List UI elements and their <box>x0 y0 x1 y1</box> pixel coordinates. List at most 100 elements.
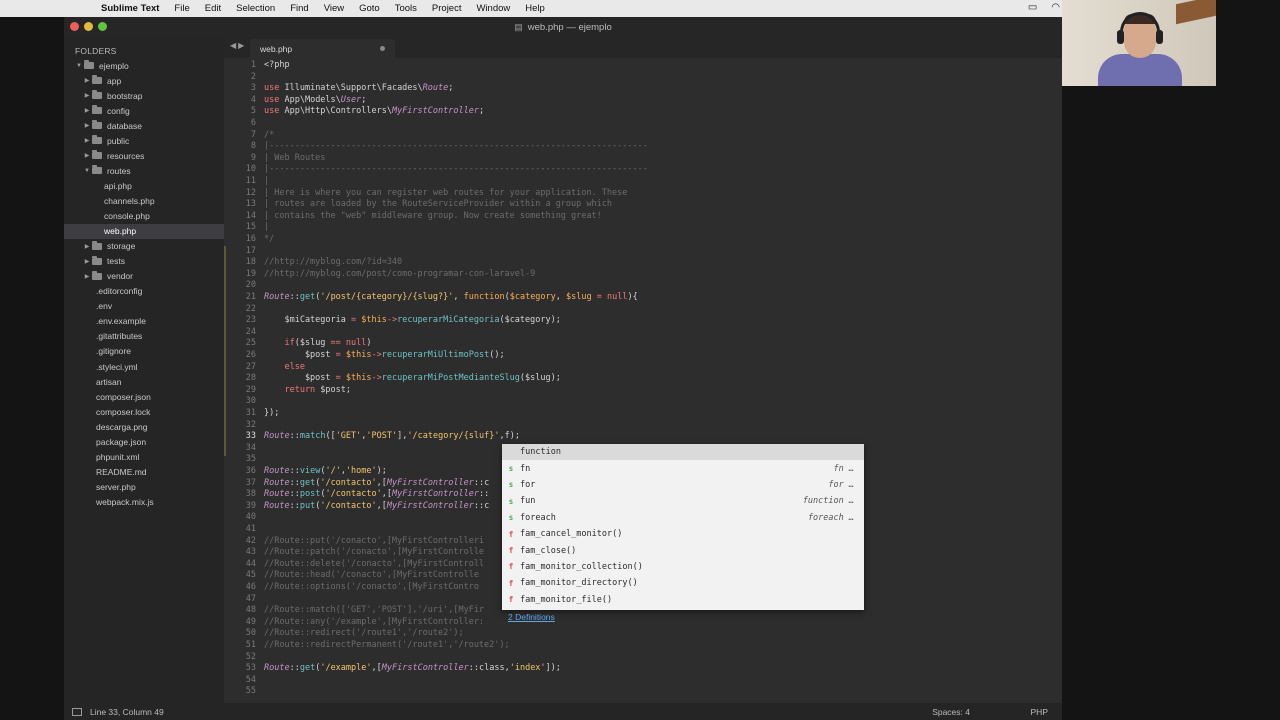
zoom-window-button[interactable] <box>98 22 107 31</box>
autocomplete-popup[interactable]: function s fn fn … s for for … s fun function … s f… <box>502 444 864 610</box>
sidebar-file-gitattributes[interactable]: .gitattributes <box>64 329 224 344</box>
code-line[interactable]: //Route::match(['GET','POST'],'/uri',[My… <box>264 605 484 617</box>
menu-project[interactable]: Project <box>432 3 462 14</box>
code-line[interactable]: //Route::redirectPermanent('/route1','/r… <box>264 640 510 652</box>
code-line[interactable]: | Web Routes <box>264 153 325 165</box>
code-line[interactable]: | routes are loaded by the RouteServiceP… <box>264 199 612 211</box>
code-line[interactable]: use Illuminate\Support\Facades\Route; <box>264 83 453 95</box>
completion-item[interactable]: f fam_monitor_file() <box>502 592 864 608</box>
menu-file[interactable]: File <box>174 3 189 14</box>
code-line[interactable]: //Route::options('/conacto',[MyFirstCont… <box>264 582 479 594</box>
code-line[interactable]: Route::get('/contacto',[MyFirstControlle… <box>264 478 489 490</box>
sidebar-file-descarga-png[interactable]: descarga.png <box>64 419 224 434</box>
sidebar-file-composer-lock[interactable]: composer.lock <box>64 404 224 419</box>
disclosure-closed-icon[interactable]: ▶ <box>82 107 92 114</box>
sidebar-folder-vendor[interactable]: ▶ vendor <box>64 269 224 284</box>
disclosure-closed-icon[interactable]: ▶ <box>82 152 92 159</box>
menu-find[interactable]: Find <box>290 3 308 14</box>
code-line[interactable]: | Here is where you can register web rou… <box>264 188 627 200</box>
sidebar-file-gitignore[interactable]: .gitignore <box>64 344 224 359</box>
code-line[interactable]: Route::get('/post/{category}/{slug?}', f… <box>264 292 638 304</box>
code-line[interactable]: | <box>264 222 269 234</box>
menu-app-name[interactable]: Sublime Text <box>101 3 159 14</box>
code-line[interactable]: //http://myblog.com/post/como-programar-… <box>264 269 535 281</box>
disclosure-closed-icon[interactable]: ▶ <box>82 137 92 144</box>
sidebar-file-readme-md[interactable]: README.md <box>64 464 224 479</box>
code-line[interactable]: | contains the "web" middleware group. N… <box>264 211 602 223</box>
code-line[interactable]: Route::get('/example',[MyFirstController… <box>264 663 561 675</box>
sidebar-file-styleci-yml[interactable]: .styleci.yml <box>64 359 224 374</box>
disclosure-closed-icon[interactable]: ▶ <box>82 92 92 99</box>
completion-item[interactable]: f fam_close() <box>502 542 864 558</box>
code-line[interactable]: |---------------------------------------… <box>264 141 648 153</box>
code-line[interactable]: //http://myblog.com/?id=340 <box>264 257 402 269</box>
indentation-setting[interactable]: Spaces: 4 <box>932 707 970 717</box>
sidebar-file-web-php[interactable]: web.php <box>64 223 224 239</box>
code-line[interactable]: //Route::put('/conacto',[MyFirstControll… <box>264 536 484 548</box>
menu-selection[interactable]: Selection <box>236 3 275 14</box>
definitions-link[interactable]: 2 Definitions <box>508 612 555 622</box>
sidebar-folder-ejemplo[interactable]: ▼ ejemplo <box>64 58 224 73</box>
code-line[interactable]: /* <box>264 130 274 142</box>
code-line[interactable]: return $post; <box>264 385 351 397</box>
code-line[interactable]: use App\Http\Controllers\MyFirstControll… <box>264 106 484 118</box>
sidebar-folder-database[interactable]: ▶ database <box>64 118 224 133</box>
code-line[interactable]: else <box>264 362 304 374</box>
code-line[interactable]: Route::put('/contacto',[MyFirstControlle… <box>264 501 489 513</box>
sidebar-file-server-php[interactable]: server.php <box>64 479 224 494</box>
sidebar-folder-routes[interactable]: ▼ routes <box>64 163 224 178</box>
code-line[interactable]: |---------------------------------------… <box>264 164 648 176</box>
sidebar-file-composer-json[interactable]: composer.json <box>64 389 224 404</box>
sidebar-file-phpunit-xml[interactable]: phpunit.xml <box>64 449 224 464</box>
tab-web-php[interactable]: web.php <box>250 39 395 58</box>
sidebar-folder-public[interactable]: ▶ public <box>64 133 224 148</box>
code-line[interactable]: $post = $this->recuperarMiUltimoPost(); <box>264 350 505 362</box>
sidebar-file-api-php[interactable]: api.php <box>64 178 224 193</box>
disclosure-closed-icon[interactable]: ▶ <box>82 273 92 280</box>
sidebar-file-editorconfig[interactable]: .editorconfig <box>64 284 224 299</box>
sidebar-file-package-json[interactable]: package.json <box>64 434 224 449</box>
code-line[interactable]: //Route::patch('/conacto',[MyFirstContro… <box>264 547 484 559</box>
panel-toggle-icon[interactable] <box>72 707 82 716</box>
menu-help[interactable]: Help <box>525 3 545 14</box>
sidebar-folder-app[interactable]: ▶ app <box>64 73 224 88</box>
code-line[interactable]: if($slug == null) <box>264 338 371 350</box>
completion-item[interactable]: function <box>502 444 864 461</box>
code-line[interactable]: //Route::delete('/conacto',[MyFirstContr… <box>264 559 484 571</box>
sidebar-file-artisan[interactable]: artisan <box>64 374 224 389</box>
tab-nav-arrows-icon[interactable]: ◀▶ <box>230 41 246 50</box>
disclosure-open-icon[interactable]: ▼ <box>74 63 84 69</box>
menu-window[interactable]: Window <box>476 3 510 14</box>
completion-item[interactable]: s fn fn … <box>502 460 864 476</box>
code-line[interactable]: //Route::redirect('/route1','/route2'); <box>264 628 464 640</box>
code-line[interactable]: Route::view('/','home'); <box>264 466 387 478</box>
menu-goto[interactable]: Goto <box>359 3 380 14</box>
code-line[interactable]: <?php <box>264 60 290 72</box>
sidebar-file-env-example[interactable]: .env.example <box>64 314 224 329</box>
sidebar-folder-tests[interactable]: ▶ tests <box>64 254 224 269</box>
sidebar-file-env[interactable]: .env <box>64 299 224 314</box>
code-line[interactable]: Route::post('/contacto',[MyFirstControll… <box>264 489 489 501</box>
sidebar-folder-storage[interactable]: ▶ storage <box>64 239 224 254</box>
menu-view[interactable]: View <box>324 3 344 14</box>
disclosure-closed-icon[interactable]: ▶ <box>82 243 92 250</box>
sidebar-folder-bootstrap[interactable]: ▶ bootstrap <box>64 88 224 103</box>
code-line[interactable]: $post = $this->recuperarMiPostMedianteSl… <box>264 373 561 385</box>
completion-item[interactable]: s fun function … <box>502 493 864 509</box>
code-line[interactable]: }); <box>264 408 279 420</box>
code-line[interactable]: | <box>264 176 269 188</box>
wifi-icon[interactable]: ◠ <box>1051 2 1060 13</box>
disclosure-open-icon[interactable]: ▼ <box>82 168 92 174</box>
disclosure-closed-icon[interactable]: ▶ <box>82 122 92 129</box>
sidebar-folder-resources[interactable]: ▶ resources <box>64 148 224 163</box>
syntax-selector[interactable]: PHP <box>1031 707 1048 717</box>
menu-edit[interactable]: Edit <box>205 3 221 14</box>
unsaved-dot-icon[interactable] <box>380 46 385 51</box>
completion-item[interactable]: f fam_cancel_monitor() <box>502 526 864 542</box>
menu-tools[interactable]: Tools <box>395 3 417 14</box>
code-line[interactable]: */ <box>264 234 274 246</box>
sidebar-folder-config[interactable]: ▶ config <box>64 103 224 118</box>
code-line[interactable]: Route::match(['GET','POST'],'/category/{… <box>264 431 520 443</box>
completion-item[interactable]: f fam_monitor_collection() <box>502 559 864 575</box>
close-window-button[interactable] <box>70 22 79 31</box>
